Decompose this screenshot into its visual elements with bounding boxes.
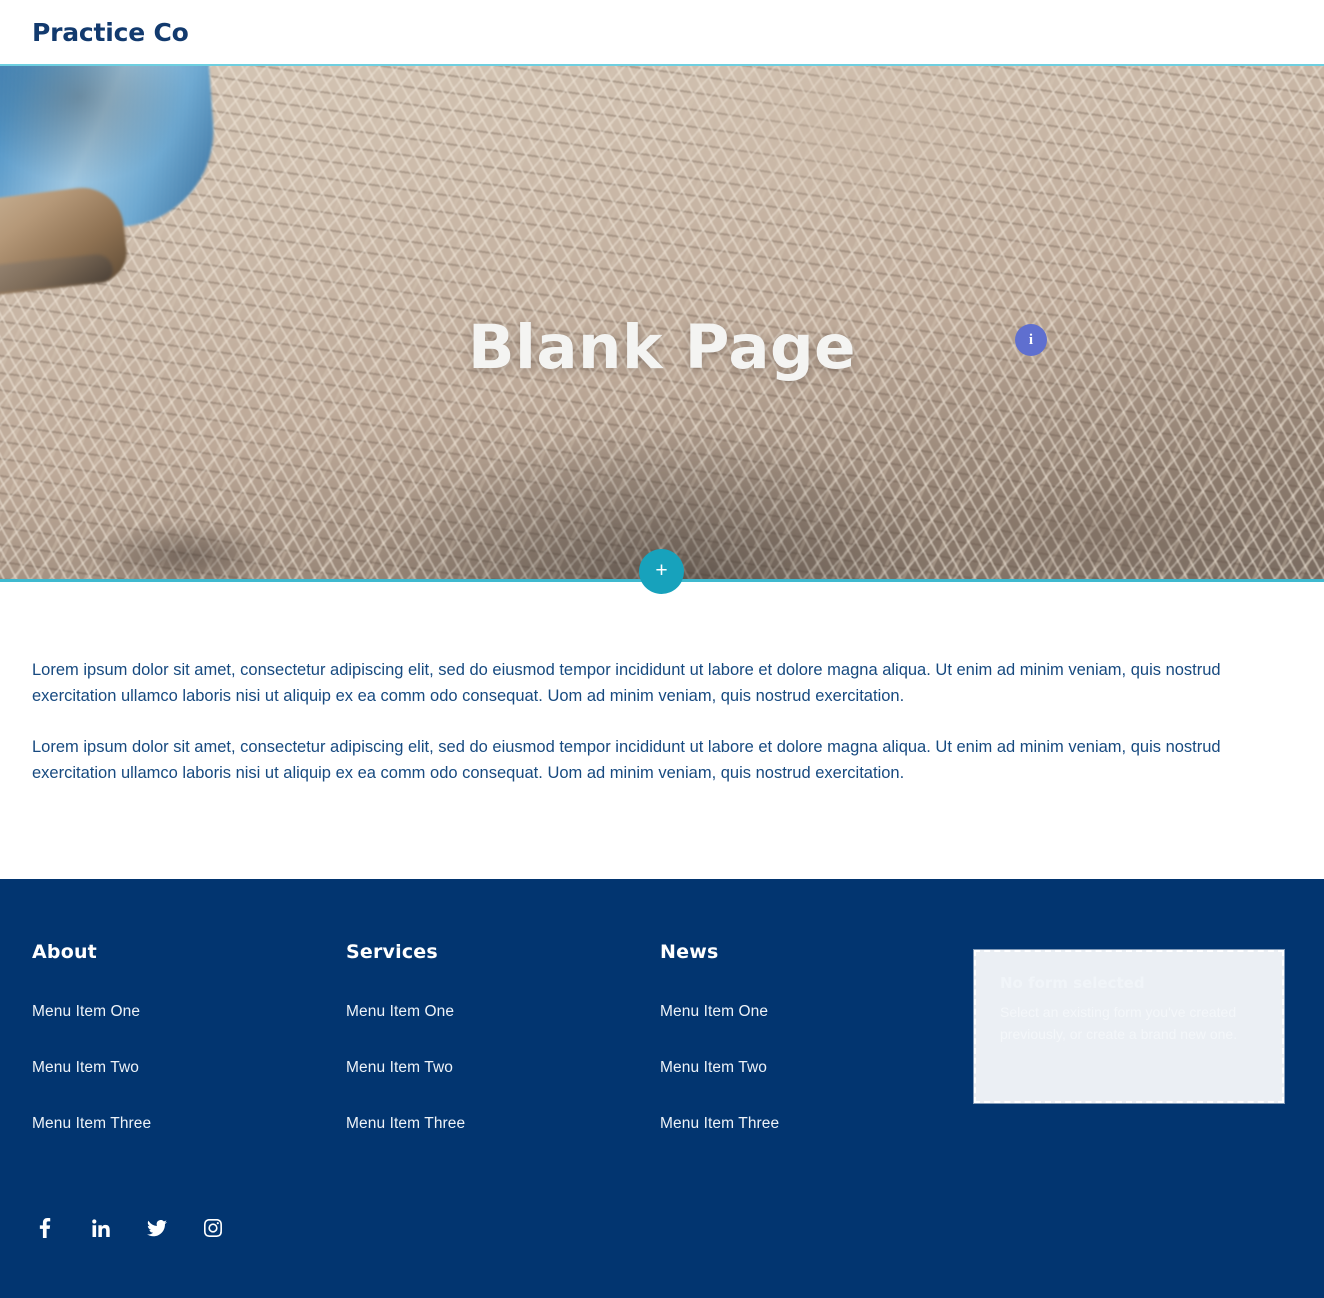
form-placeholder-card[interactable]: No form selected Select an existing form… xyxy=(973,949,1285,1104)
footer-link-news-1[interactable]: Menu Item One xyxy=(660,1003,974,1021)
site-logo[interactable]: Practice Co xyxy=(32,20,189,45)
hero-photo-boot-sole-detail xyxy=(0,252,114,300)
footer-column-title: Services xyxy=(346,941,438,963)
facebook-icon[interactable] xyxy=(32,1215,58,1241)
footer-column-services: Services Menu Item One Menu Item Two Men… xyxy=(346,941,660,1133)
hero-title: Blank Page xyxy=(467,311,857,383)
main-content: Lorem ipsum dolor sit amet, consectetur … xyxy=(0,582,1324,787)
linkedin-icon[interactable] xyxy=(88,1215,114,1241)
body-paragraph-2: Lorem ipsum dolor sit amet, consectetur … xyxy=(32,738,1221,782)
footer-link-news-2[interactable]: Menu Item Two xyxy=(660,1059,974,1077)
form-placeholder-description: Select an existing form you've created p… xyxy=(1000,1004,1238,1042)
body-paragraph-1: Lorem ipsum dolor sit amet, consectetur … xyxy=(32,661,1221,705)
instagram-icon[interactable] xyxy=(200,1215,226,1241)
hero-section: Blank Page i + xyxy=(0,64,1324,594)
footer-column-news: News Menu Item One Menu Item Two Menu It… xyxy=(660,941,974,1133)
footer-link-about-3[interactable]: Menu Item Three xyxy=(32,1115,346,1133)
footer-link-services-3[interactable]: Menu Item Three xyxy=(346,1115,660,1133)
form-placeholder-title: No form selected xyxy=(1000,974,1145,992)
footer-link-news-3[interactable]: Menu Item Three xyxy=(660,1115,974,1133)
social-links xyxy=(32,1215,226,1241)
footer-column-form: No form selected Select an existing form… xyxy=(973,941,1292,1133)
hero-photo-jeans-detail xyxy=(0,66,220,238)
add-section-button[interactable]: + xyxy=(639,549,684,594)
footer-link-about-2[interactable]: Menu Item Two xyxy=(32,1059,346,1077)
footer-link-services-2[interactable]: Menu Item Two xyxy=(346,1059,660,1077)
footer-column-title: News xyxy=(660,941,719,963)
info-icon[interactable]: i xyxy=(1015,324,1047,356)
footer-columns: About Menu Item One Menu Item Two Menu I… xyxy=(32,941,1292,1133)
site-footer: About Menu Item One Menu Item Two Menu I… xyxy=(0,879,1324,1298)
footer-link-services-1[interactable]: Menu Item One xyxy=(346,1003,660,1021)
twitter-icon[interactable] xyxy=(144,1215,170,1241)
hero-photo-boot-detail xyxy=(0,183,131,301)
site-header: Practice Co xyxy=(0,0,1324,64)
footer-column-about: About Menu Item One Menu Item Two Menu I… xyxy=(32,941,346,1133)
footer-link-about-1[interactable]: Menu Item One xyxy=(32,1003,346,1021)
footer-column-title: About xyxy=(32,941,97,963)
